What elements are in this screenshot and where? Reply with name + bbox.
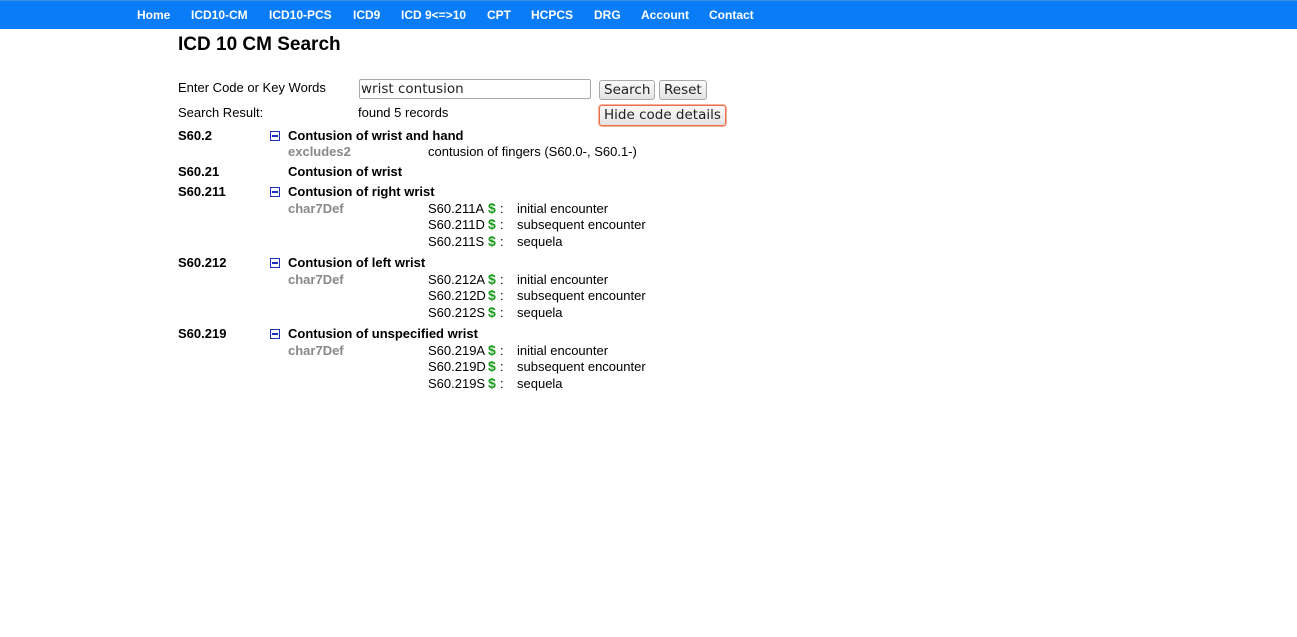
separator: : [500, 234, 504, 249]
result-description: Contusion of right wrist [288, 184, 435, 199]
collapse-toggle-icon[interactable] [270, 187, 280, 197]
dollar-icon[interactable]: $ [488, 271, 496, 287]
page-title: ICD 10 CM Search [178, 34, 341, 55]
search-result-count: found 5 records [358, 105, 449, 120]
result-description: Contusion of wrist and hand [288, 128, 464, 143]
char7-description: initial encounter [517, 272, 609, 287]
top-nav-bar: Home ICD10-CM ICD10-PCS ICD9 ICD 9<=>10 … [0, 0, 1297, 29]
separator: : [500, 201, 504, 216]
result-code[interactable]: S60.21 [178, 164, 219, 179]
separator: : [500, 343, 504, 358]
nav-cpt[interactable]: CPT [487, 8, 511, 22]
dollar-icon[interactable]: $ [488, 233, 496, 249]
nav-icd9-icd10-crosswalk[interactable]: ICD 9<=>10 [401, 8, 466, 22]
dollar-icon[interactable]: $ [488, 200, 496, 216]
dollar-icon[interactable]: $ [488, 358, 496, 374]
separator: : [500, 288, 504, 303]
result-code[interactable]: S60.211 [178, 184, 226, 199]
char7-code[interactable]: S60.212S [428, 305, 485, 320]
char7def-label: char7Def [288, 272, 344, 287]
char7-code[interactable]: S60.211A [428, 201, 484, 216]
nav-home[interactable]: Home [137, 8, 170, 22]
separator: : [500, 376, 504, 391]
search-label: Enter Code or Key Words [178, 80, 326, 95]
char7-code[interactable]: S60.212A [428, 272, 485, 287]
char7def-label: char7Def [288, 201, 344, 216]
reset-button[interactable]: Reset [659, 80, 707, 100]
char7-description: subsequent encounter [517, 359, 646, 374]
char7-description: subsequent encounter [517, 217, 646, 232]
char7-description: sequela [517, 234, 563, 249]
nav-icd9[interactable]: ICD9 [353, 8, 380, 22]
char7-code[interactable]: S60.219D [428, 359, 486, 374]
separator: : [500, 272, 504, 287]
result-description: Contusion of unspecified wrist [288, 326, 478, 341]
hide-code-details-button[interactable]: Hide code details [599, 105, 726, 126]
collapse-toggle-icon[interactable] [270, 131, 280, 141]
char7-description: initial encounter [517, 201, 609, 216]
result-code[interactable]: S60.219 [178, 326, 226, 341]
search-result-label: Search Result: [178, 105, 264, 120]
separator: : [500, 217, 504, 232]
char7def-label: char7Def [288, 343, 344, 358]
char7-code[interactable]: S60.211S [428, 234, 484, 249]
dollar-icon[interactable]: $ [488, 375, 496, 391]
dollar-icon[interactable]: $ [488, 287, 496, 303]
collapse-toggle-icon[interactable] [270, 329, 280, 339]
result-code[interactable]: S60.2 [178, 128, 212, 143]
dollar-icon[interactable]: $ [488, 304, 496, 320]
search-button[interactable]: Search [599, 80, 656, 100]
char7-description: initial encounter [517, 343, 609, 358]
char7-code[interactable]: S60.211D [428, 217, 485, 232]
char7-description: sequela [517, 305, 563, 320]
separator: : [500, 305, 504, 320]
nav-contact[interactable]: Contact [709, 8, 754, 22]
collapse-toggle-icon[interactable] [270, 258, 280, 268]
char7-code[interactable]: S60.219S [428, 376, 485, 391]
excludes2-text: contusion of fingers (S60.0-, S60.1-) [428, 144, 637, 159]
separator: : [500, 359, 504, 374]
char7-description: subsequent encounter [517, 288, 646, 303]
nav-icd10-cm[interactable]: ICD10-CM [191, 8, 248, 22]
dollar-icon[interactable]: $ [488, 216, 496, 232]
char7-description: sequela [517, 376, 563, 391]
char7-code[interactable]: S60.219A [428, 343, 485, 358]
nav-icd10-pcs[interactable]: ICD10-PCS [269, 8, 332, 22]
nav-drg[interactable]: DRG [594, 8, 621, 22]
nav-account[interactable]: Account [641, 8, 689, 22]
excludes2-label: excludes2 [288, 144, 351, 159]
dollar-icon[interactable]: $ [488, 342, 496, 358]
search-input[interactable] [359, 79, 591, 99]
result-code[interactable]: S60.212 [178, 255, 226, 270]
result-description: Contusion of left wrist [288, 255, 426, 270]
result-description: Contusion of wrist [288, 164, 403, 179]
char7-code[interactable]: S60.212D [428, 288, 486, 303]
nav-hcpcs[interactable]: HCPCS [531, 8, 573, 22]
